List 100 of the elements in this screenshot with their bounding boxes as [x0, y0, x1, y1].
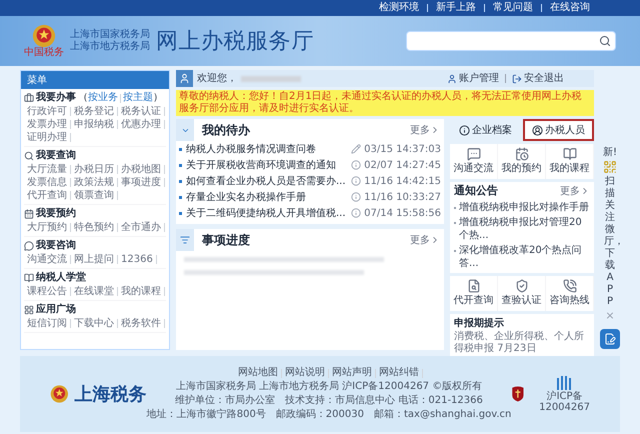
panel-title: 事项进度 — [202, 232, 250, 249]
todo-time: 10:33:27 — [395, 190, 441, 204]
menu-section-title: 我要办事 — [36, 91, 76, 105]
todo-link[interactable]: 纳税人办税服务情况调查问卷 — [186, 142, 351, 156]
org-name: 上海市地方税务局 — [70, 41, 150, 53]
menu-link[interactable]: 税务软件 — [118, 317, 164, 330]
menu-link[interactable]: 办税日历 — [71, 163, 117, 176]
top-link[interactable]: 在线咨询 — [550, 3, 590, 13]
top-link[interactable]: 常见问题 — [493, 3, 533, 13]
menu-sublink[interactable]: 按业务 — [88, 91, 118, 105]
menu-link[interactable]: 特色预约 — [71, 221, 117, 234]
menu-link[interactable]: 证明办理 — [24, 131, 70, 144]
shortcut-link[interactable]: 我的预约 — [498, 144, 546, 179]
new-label: 新! — [602, 148, 617, 158]
profile-tab[interactable]: 办税人员 — [523, 119, 594, 141]
logout-link[interactable]: 安全退出 — [524, 71, 564, 86]
panel-title: 我的待办 — [202, 122, 250, 139]
menu-link[interactable]: 发票信息 — [24, 176, 70, 189]
menu-link[interactable]: 我的课程 — [118, 285, 164, 298]
menu-link[interactable]: 大厅流量 — [24, 163, 70, 176]
reminder-text: 消费税、企业所得税、个人所得税申报 7月23日 — [454, 331, 585, 355]
shortcut-link[interactable]: 沟通交流 — [450, 144, 498, 179]
todo-link[interactable]: 如何查看企业办税人员是否需要办... — [186, 174, 351, 188]
grid-icon — [24, 305, 34, 315]
menu-sublink[interactable]: 按主题 — [123, 91, 153, 105]
menu-link[interactable]: 优惠办理 — [118, 118, 164, 131]
todo-link[interactable]: 关于开展税收营商环境调查的通知 — [186, 158, 351, 172]
menu-link[interactable]: 政策法规 — [71, 176, 117, 189]
site-title: 网上办税服务厅 — [156, 28, 314, 56]
menu-link[interactable]: 在线课堂 — [71, 285, 117, 298]
todo-time: 15:58:56 — [395, 206, 441, 220]
todo-date: 07/14 — [363, 206, 393, 220]
menu-link[interactable]: 沟通交流 — [24, 253, 70, 266]
footer-text: 地址：上海市徽宁路800号 邮政编码：200030 邮箱：tax@shanghai.gov.cn — [146, 408, 512, 422]
menu-link[interactable]: 发票办理 — [24, 118, 70, 131]
reminder-title: 申报期提示 — [454, 316, 505, 330]
announcement-link[interactable]: 增值税纳税申报比对管理20个热... — [459, 216, 590, 242]
menu-link[interactable]: 税务登记 — [71, 105, 117, 118]
bullet-icon — [179, 212, 182, 214]
search-field[interactable] — [406, 31, 616, 51]
footer-link[interactable]: 网站说明 — [282, 366, 328, 380]
menu-link[interactable]: 代开查询 — [24, 189, 70, 202]
menu-section-title: 我要查询 — [36, 149, 76, 163]
menu-link[interactable]: 事项进度 — [118, 176, 164, 189]
service-link[interactable]: 代开查询 — [450, 276, 498, 311]
book-icon — [24, 273, 34, 283]
more-link[interactable]: 更多 — [410, 122, 440, 138]
menu-link[interactable]: 课程公告 — [24, 285, 70, 298]
menu-link[interactable]: 12366 — [118, 253, 156, 266]
menu-link[interactable]: 全市通办 — [118, 221, 164, 234]
chat-bubble-icon — [24, 241, 34, 251]
top-link[interactable]: 检测环境 — [379, 3, 419, 13]
menu-link[interactable]: 大厅预约 — [24, 221, 70, 234]
calendar-icon — [24, 209, 34, 219]
menu-section-title: 我要预约 — [36, 207, 76, 221]
search-icon — [24, 151, 34, 161]
service-link[interactable]: 咨询热线 — [546, 276, 594, 311]
shortcut-link[interactable]: 我的课程 — [546, 144, 594, 179]
menu-header: 菜单 — [21, 71, 169, 89]
menu-section-title: 应用广场 — [36, 303, 76, 317]
menu-link[interactable]: 办税地图 — [118, 163, 164, 176]
menu-link[interactable]: 领票查询 — [71, 189, 117, 202]
blurred-name — [241, 76, 301, 82]
icp-text: 沪ICP备 — [546, 391, 583, 402]
profile-tab[interactable]: 企业档案 — [450, 119, 521, 141]
footer-link[interactable]: 网站纠错 — [376, 366, 422, 380]
bracket: （ — [78, 91, 88, 105]
menu-link[interactable]: 下载中心 — [71, 317, 117, 330]
panel-title: 通知公告 — [454, 182, 498, 199]
announcement-link[interactable]: 深化增值税改革20个热点问答... — [459, 244, 590, 270]
menu-link[interactable]: 税务认证 — [118, 105, 164, 118]
account-link[interactable]: 账户管理 — [459, 71, 499, 86]
menu-link[interactable]: 短信订阅 — [24, 317, 70, 330]
menu-section-title: 我要咨询 — [36, 239, 76, 253]
chat-bubble-icon — [466, 147, 480, 161]
search-icon — [599, 35, 611, 47]
footer-link[interactable]: 网站地图 — [235, 366, 282, 380]
top-link[interactable]: 新手上路 — [436, 3, 476, 13]
menu-link[interactable]: 申报纳税 — [71, 118, 117, 131]
user-icon — [447, 74, 457, 84]
menu-section-title: 纳税人学堂 — [36, 271, 86, 285]
more-link[interactable]: 更多 — [410, 232, 440, 248]
calendar-clock-icon — [514, 147, 528, 161]
footer-link[interactable]: 网站声明 — [329, 366, 376, 380]
todo-link[interactable]: 关于二维码便捷纳税人开具增值税... — [186, 206, 351, 220]
announcement-link[interactable]: 增值税纳税申报比对操作手册 — [459, 201, 589, 214]
menu-link[interactable]: 行政许可 — [24, 105, 70, 118]
todo-link[interactable]: 存量企业实名办税操作手册 — [186, 190, 351, 204]
qr-code-icon — [603, 160, 617, 174]
document-search-icon — [466, 279, 480, 293]
briefcase-icon — [24, 93, 34, 103]
notice-banner: 尊敬的纳税人：您好！自2月1日起，未通过实名认证的办税人员，将无法正常使用网上办税服务厅部分应用，请及时进行实名认证。 — [176, 90, 594, 116]
footer-brand: 上海税务 — [74, 382, 147, 406]
service-link[interactable]: 查验认证 — [498, 276, 546, 311]
more-link[interactable]: 更多 — [560, 184, 590, 198]
phone-icon — [562, 279, 576, 293]
menu-link[interactable]: 网上提问 — [71, 253, 117, 266]
icp-text: 12004267 — [539, 402, 590, 413]
shield-check-icon — [514, 279, 528, 293]
feedback-button[interactable] — [600, 329, 620, 349]
